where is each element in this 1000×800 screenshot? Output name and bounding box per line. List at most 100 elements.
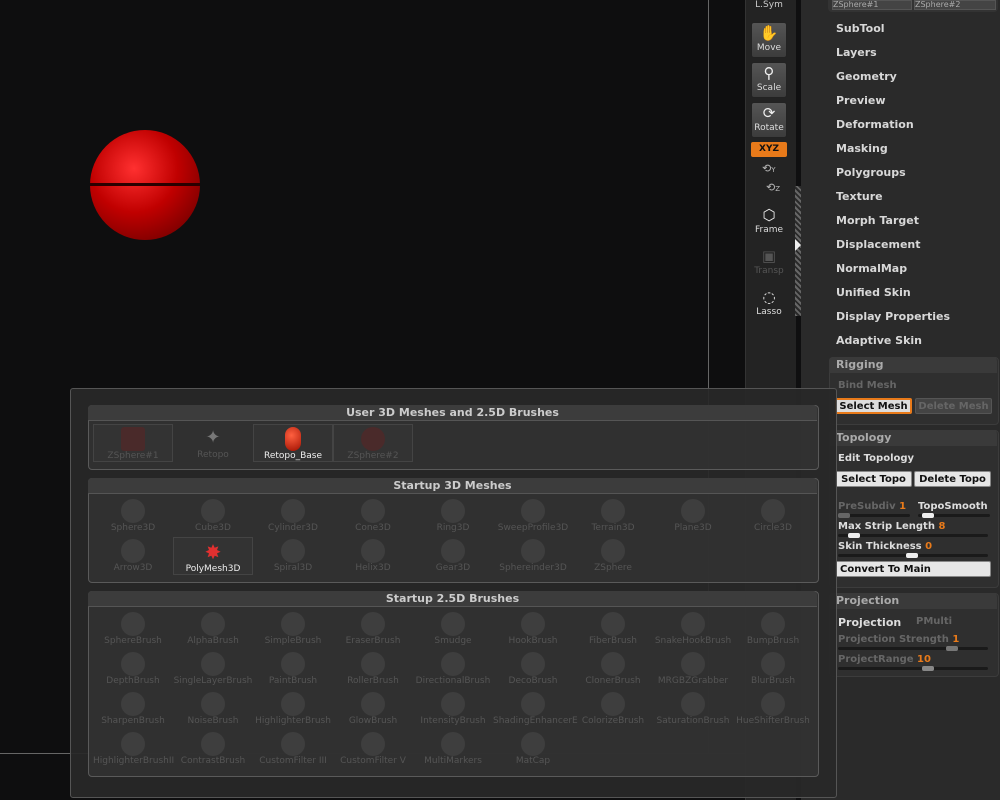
toposmooth-slider-label[interactable]: TopoSmooth [918, 501, 988, 512]
tool-item[interactable]: Cube3D [173, 497, 253, 535]
projection-toggle[interactable]: Projection [838, 616, 901, 629]
tool-item[interactable]: Ring3D [413, 497, 493, 535]
tool-item[interactable]: PaintBrush [253, 650, 333, 688]
tool-item[interactable]: SharpenBrush [93, 690, 173, 728]
menu-preview[interactable]: Preview [836, 94, 886, 107]
tool-item[interactable]: SweepProfile3D [493, 497, 573, 535]
topology-title[interactable]: Topology [836, 431, 891, 444]
tool-item[interactable]: SnakeHookBrush [653, 610, 733, 648]
presubdiv-slider-label[interactable]: PreSubdiv 1 [838, 501, 906, 512]
tool-item-zsphere1[interactable]: ZSphere#1 [93, 424, 173, 462]
presubdiv-slider-knob[interactable] [838, 513, 850, 518]
tool-item[interactable]: Helix3D [333, 537, 413, 575]
edit-topology-button[interactable]: Edit Topology [838, 453, 914, 464]
scale-button[interactable]: ⚲ Scale [751, 62, 787, 98]
bind-mesh-button[interactable]: Bind Mesh [838, 380, 897, 391]
tool-item[interactable]: IntensityBrush [413, 690, 493, 728]
tool-item[interactable]: ✸ PolyMesh3D [173, 537, 253, 575]
move-button[interactable]: ✋ Move [751, 22, 787, 58]
select-mesh-button[interactable]: Select Mesh [835, 398, 912, 414]
tool-item[interactable]: ZSphere [573, 537, 653, 575]
tool-item[interactable]: MultiMarkers [413, 730, 493, 768]
menu-masking[interactable]: Masking [836, 142, 888, 155]
tool-item[interactable]: Terrain3D [573, 497, 653, 535]
menu-subtool[interactable]: SubTool [836, 22, 885, 35]
pmulti-toggle[interactable]: PMulti [916, 616, 952, 627]
tool-item[interactable]: DirectionalBrush [413, 650, 493, 688]
tool-item[interactable]: HookBrush [493, 610, 573, 648]
tool-item[interactable]: Plane3D [653, 497, 733, 535]
tool-item-zsphere2[interactable]: ZSphere#2 [333, 424, 413, 462]
toposmooth-slider[interactable] [918, 513, 990, 518]
projection-strength-knob[interactable] [946, 646, 958, 651]
project-range-knob[interactable] [922, 666, 934, 671]
tool-item[interactable]: Smudge [413, 610, 493, 648]
max-strip-length-slider[interactable] [838, 533, 988, 538]
y-axis-rotation-icon[interactable]: ⟲Y [762, 162, 776, 175]
tool-item[interactable]: Sphereinder3D [493, 537, 573, 575]
tool-item[interactable]: NoiseBrush [173, 690, 253, 728]
delete-mesh-button[interactable]: Delete Mesh [915, 398, 992, 414]
project-range-label[interactable]: ProjectRange 10 [838, 654, 931, 665]
tool-item[interactable]: ColorizeBrush [573, 690, 653, 728]
lasso-button[interactable]: ◌ Lasso [751, 287, 787, 323]
projection-strength-label[interactable]: Projection Strength 1 [838, 634, 959, 645]
tool-item[interactable]: BumpBrush [733, 610, 813, 648]
menu-adaptive-skin[interactable]: Adaptive Skin [836, 334, 922, 347]
lsym-button[interactable]: L.Sym [751, 0, 787, 16]
tool-item[interactable]: DecoBrush [493, 650, 573, 688]
menu-morph-target[interactable]: Morph Target [836, 214, 919, 227]
menu-texture[interactable]: Texture [836, 190, 883, 203]
skin-thickness-label[interactable]: Skin Thickness 0 [838, 541, 932, 552]
menu-unified-skin[interactable]: Unified Skin [836, 286, 911, 299]
transp-button[interactable]: ▣ Transp [751, 246, 787, 282]
rotate-button[interactable]: ⟳ Rotate [751, 102, 787, 138]
tool-item[interactable]: Arrow3D [93, 537, 173, 575]
tool-item[interactable]: HighlighterBrushII [93, 730, 174, 768]
tool-item[interactable]: Circle3D [733, 497, 813, 535]
tool-item[interactable]: FiberBrush [573, 610, 653, 648]
projection-title[interactable]: Projection [836, 594, 899, 607]
projection-strength-slider[interactable] [838, 646, 988, 651]
tool-item[interactable]: HighlighterBrush [253, 690, 333, 728]
tool-item[interactable]: GlowBrush [333, 690, 413, 728]
tool-item[interactable]: ShadingEnhancerE [493, 690, 578, 728]
tool-item[interactable]: MatCap [493, 730, 573, 768]
select-topo-button[interactable]: Select Topo [835, 471, 912, 487]
tool-item-retopo-base[interactable]: Retopo_Base [253, 424, 333, 462]
convert-to-main-button[interactable]: Convert To Main [835, 561, 991, 577]
tool-item[interactable]: ClonerBrush [573, 650, 653, 688]
toposmooth-slider-knob[interactable] [922, 513, 934, 518]
max-strip-length-label[interactable]: Max Strip Length 8 [838, 521, 945, 532]
tool-item[interactable]: Cone3D [333, 497, 413, 535]
menu-layers[interactable]: Layers [836, 46, 877, 59]
tool-item[interactable]: AlphaBrush [173, 610, 253, 648]
menu-display-properties[interactable]: Display Properties [836, 310, 950, 323]
tool-item[interactable]: RollerBrush [333, 650, 413, 688]
tool-item[interactable]: CustomFilter III [253, 730, 333, 768]
menu-normalmap[interactable]: NormalMap [836, 262, 907, 275]
max-strip-length-knob[interactable] [848, 533, 860, 538]
xyz-rotation-toggle[interactable]: XYZ [751, 142, 787, 157]
tool-item[interactable]: SingleLayerBrush [173, 650, 253, 688]
menu-geometry[interactable]: Geometry [836, 70, 897, 83]
rigging-title[interactable]: Rigging [836, 358, 883, 371]
menu-deformation[interactable]: Deformation [836, 118, 914, 131]
tool-item[interactable]: Sphere3D [93, 497, 173, 535]
tool-item[interactable]: HueShifterBrush [733, 690, 813, 728]
tool-item[interactable]: DepthBrush [93, 650, 173, 688]
frame-button[interactable]: ⬡ Frame [751, 205, 787, 241]
delete-topo-button[interactable]: Delete Topo [914, 471, 991, 487]
tool-item[interactable]: CustomFilter V [333, 730, 413, 768]
tool-item[interactable]: EraserBrush [333, 610, 413, 648]
tool-item[interactable]: SphereBrush [93, 610, 173, 648]
subtool-slot-1[interactable]: ZSphere#1 [832, 0, 912, 10]
menu-polygroups[interactable]: Polygroups [836, 166, 906, 179]
skin-thickness-slider[interactable] [838, 553, 988, 558]
menu-displacement[interactable]: Displacement [836, 238, 921, 251]
subtool-slot-2[interactable]: ZSphere#2 [914, 0, 996, 10]
tool-item[interactable]: Cylinder3D [253, 497, 333, 535]
tool-item[interactable]: Gear3D [413, 537, 493, 575]
tool-item[interactable]: SimpleBrush [253, 610, 333, 648]
skin-thickness-knob[interactable] [906, 553, 918, 558]
